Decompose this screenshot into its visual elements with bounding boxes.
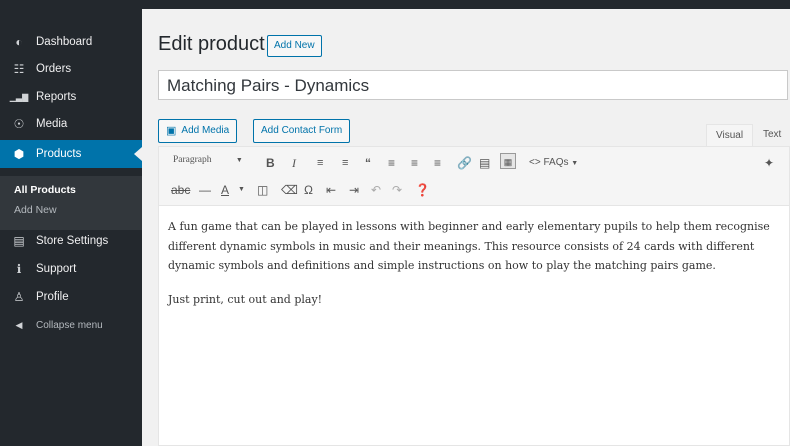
content-paragraph: Just print, cut out and play! (168, 292, 323, 306)
chevron-down-icon: ▼ (571, 160, 579, 167)
format-select-value: Paragraph (173, 155, 212, 165)
orders-icon: ☷ (13, 62, 25, 76)
sidebar-item-store-settings[interactable]: ▤ Store Settings (0, 227, 142, 255)
admin-sidebar: ◐ Dashboard ☷ Orders ▁▃▇ Reports ☉ Media… (0, 9, 142, 446)
sidebar-item-label: Media (36, 118, 68, 130)
product-title-input[interactable]: Matching Pairs - Dynamics (158, 70, 788, 100)
chevron-down-icon: ▼ (235, 156, 243, 164)
sidebar-item-orders[interactable]: ☷ Orders (0, 55, 142, 83)
sidebar-item-reports[interactable]: ▁▃▇ Reports (0, 83, 142, 111)
paste-text-icon[interactable]: ◫ (257, 182, 268, 198)
sidebar-item-label: Reports (36, 91, 77, 103)
sidebar-item-label: Collapse menu (36, 319, 103, 331)
dashboard-icon: ◐ (15, 35, 23, 49)
active-indicator (134, 147, 142, 161)
media-icon: ☉ (13, 117, 25, 131)
sidebar-item-products[interactable]: ⬢ Products (0, 140, 142, 168)
sidebar-item-label: Profile (36, 291, 69, 303)
sidebar-item-label: Support (36, 263, 77, 275)
clear-formatting-icon[interactable]: ⌫ (281, 182, 298, 198)
submenu-add-new[interactable]: Add New (14, 204, 57, 216)
indent-icon[interactable]: ⇥ (349, 182, 359, 198)
link-icon[interactable]: 🔗 (457, 155, 472, 171)
add-contact-form-button[interactable]: Add Contact Form (253, 119, 351, 143)
sidebar-item-media[interactable]: ☉ Media (0, 110, 142, 138)
toolbar-toggle-icon[interactable]: ▦ (500, 153, 516, 169)
outdent-icon[interactable]: ⇤ (326, 182, 336, 198)
blockquote-icon[interactable]: “ (365, 155, 371, 171)
add-new-button[interactable]: Add New (267, 35, 322, 57)
special-character-icon[interactable]: Ω (304, 182, 313, 198)
sidebar-item-label: Orders (36, 63, 72, 75)
page-title: Edit product (158, 33, 265, 55)
strikethrough-icon[interactable]: abc (171, 182, 190, 198)
editor-content[interactable]: A fun game that can be played in lessons… (168, 217, 778, 323)
sidebar-item-support[interactable]: ℹ Support (0, 255, 142, 283)
format-select[interactable]: Paragraph ▼ (173, 155, 243, 165)
reports-icon: ▁▃▇ (9, 92, 29, 102)
collapse-icon: ◀ (15, 319, 23, 330)
undo-icon[interactable]: ↶ (371, 182, 381, 198)
tab-text[interactable]: Text (754, 124, 790, 146)
editor-toolbar: Paragraph ▼ B I ≡ ≡ “ ≡ ≡ ≡ 🔗 ▤ ▦ <> FAQ… (159, 147, 789, 206)
faqs-dropdown[interactable]: <> FAQs ▼ (529, 155, 578, 171)
help-icon[interactable]: ❓ (415, 182, 430, 198)
support-icon: ℹ (16, 262, 22, 276)
read-more-icon[interactable]: ▤ (479, 155, 490, 171)
media-icon: ▣ (166, 125, 177, 137)
content-paragraph: A fun game that can be played in lessons… (168, 220, 770, 272)
products-icon: ⬢ (13, 147, 25, 161)
sidebar-item-label: Dashboard (36, 36, 93, 48)
content-editor: Paragraph ▼ B I ≡ ≡ “ ≡ ≡ ≡ 🔗 ▤ ▦ <> FAQ… (158, 146, 790, 446)
add-media-label: Add Media (181, 125, 230, 136)
chevron-down-icon[interactable]: ▼ (238, 182, 245, 198)
submenu-all-products[interactable]: All Products (14, 184, 76, 196)
align-center-icon[interactable]: ≡ (411, 155, 418, 171)
sidebar-item-label: Products (36, 148, 82, 160)
fullscreen-icon[interactable]: ✦ (764, 155, 774, 171)
tab-visual[interactable]: Visual (706, 124, 754, 147)
code-icon: <> (529, 157, 541, 168)
sidebar-item-label: Store Settings (36, 235, 109, 247)
collapse-menu-button[interactable]: ◀ Collapse menu (0, 311, 142, 339)
store-settings-icon: ▤ (13, 234, 25, 248)
bold-icon[interactable]: B (266, 155, 275, 171)
add-media-button[interactable]: ▣ Add Media (158, 119, 238, 143)
sidebar-item-dashboard[interactable]: ◐ Dashboard (0, 28, 142, 56)
faqs-label: FAQs (543, 157, 569, 168)
redo-icon[interactable]: ↷ (392, 182, 402, 198)
align-right-icon[interactable]: ≡ (434, 155, 441, 171)
numbered-list-icon[interactable]: ≡ (342, 155, 348, 171)
bullet-list-icon[interactable]: ≡ (317, 155, 323, 171)
profile-icon: ♙ (13, 290, 25, 304)
italic-icon[interactable]: I (292, 155, 296, 171)
admin-bar (0, 0, 790, 9)
sidebar-item-profile[interactable]: ♙ Profile (0, 283, 142, 311)
align-left-icon[interactable]: ≡ (388, 155, 395, 171)
products-submenu: All Products Add New (0, 176, 142, 230)
text-color-icon[interactable]: A (221, 182, 229, 198)
horizontal-line-icon[interactable]: — (199, 182, 211, 198)
